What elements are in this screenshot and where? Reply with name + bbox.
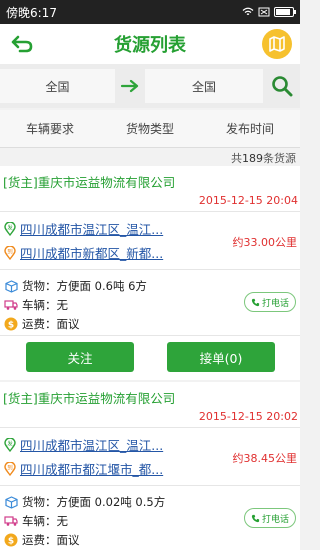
status-time: 傍晚6:17 xyxy=(6,5,57,20)
fee-row: $ 运费： 面议 xyxy=(4,532,80,548)
fee-prefix: 运费： xyxy=(22,533,57,547)
cargo-info: 方便面 0.6吨 6方 xyxy=(56,279,147,293)
call-button[interactable]: 打电话 xyxy=(244,292,296,312)
phone-icon xyxy=(251,514,260,522)
result-count: 共189条货源 xyxy=(231,150,296,166)
vehicle-info: 无 xyxy=(56,514,69,528)
search-button[interactable] xyxy=(263,75,300,97)
publish-date: 2015-12-15 20:02 xyxy=(198,410,298,423)
back-arrow-icon xyxy=(11,35,33,53)
company-name[interactable]: [货主]重庆市运益物流有限公司 xyxy=(3,172,175,191)
distance: 约33.00公里 xyxy=(232,236,298,249)
origin-pin-icon: 发 xyxy=(4,437,16,452)
company-name[interactable]: [货主]重庆市运益物流有限公司 xyxy=(3,388,175,407)
cargo-row: 货物： 方便面 0.02吨 0.5方 xyxy=(4,494,165,510)
svg-text:发: 发 xyxy=(7,439,13,447)
back-button[interactable] xyxy=(8,30,36,58)
vehicle-info: 无 xyxy=(56,298,69,312)
listing-route: 发 四川成都市温江区_温江... 到 四川成都市都江堰市_都... 约38.45… xyxy=(0,428,300,486)
sort-tabs: 车辆要求 货物类型 发布时间 xyxy=(0,110,300,148)
count-prefix: 共 xyxy=(231,152,242,165)
listing-actions: 关注 接单(0) xyxy=(0,336,300,380)
call-label: 打电话 xyxy=(261,298,289,309)
status-icons xyxy=(242,7,296,17)
listing-card[interactable]: [货主]重庆市运益物流有限公司 2015-12-15 20:02 发 四川成都市… xyxy=(0,382,300,550)
cargo-prefix: 货物： xyxy=(22,279,57,293)
origin-pin-icon: 发 xyxy=(4,221,16,236)
origin-address: 四川成都市温江区_温江... xyxy=(20,222,164,237)
listing-card[interactable]: [货主]重庆市运益物流有限公司 2015-12-15 20:04 发 四川成都市… xyxy=(0,166,300,380)
fee-prefix: 运费： xyxy=(22,317,57,331)
listing-details: 货物： 方便面 0.6吨 6方 车辆：无 $ 运费： 面议 打电话 xyxy=(0,270,300,336)
tab-vehicle-requirement[interactable]: 车辆要求 xyxy=(0,110,100,147)
count-number: 189 xyxy=(242,152,263,165)
cargo-info: 方便面 0.02吨 0.5方 xyxy=(56,495,166,509)
listing-header: [货主]重庆市运益物流有限公司 2015-12-15 20:02 xyxy=(0,382,300,428)
destination-select[interactable]: 全国 xyxy=(145,69,263,103)
cargo-box-icon xyxy=(4,279,18,293)
fee-info: 面议 xyxy=(56,317,80,331)
svg-text:$: $ xyxy=(8,536,14,546)
sim-icon xyxy=(258,7,270,17)
svg-text:$: $ xyxy=(8,320,14,330)
map-icon xyxy=(269,36,285,52)
svg-text:发: 发 xyxy=(7,223,13,231)
fee-info: 面议 xyxy=(56,533,80,547)
fee-coin-icon: $ xyxy=(4,533,18,547)
call-label: 打电话 xyxy=(261,514,289,525)
destination-row[interactable]: 到 四川成都市新都区_新都... xyxy=(4,243,188,262)
listing-header: [货主]重庆市运益物流有限公司 2015-12-15 20:04 xyxy=(0,166,300,212)
vehicle-row: 车辆：无 xyxy=(4,513,68,529)
battery-icon xyxy=(274,7,296,17)
truck-icon xyxy=(4,298,18,312)
listing-route: 发 四川成都市温江区_温江... 到 四川成都市新都区_新都... 约33.00… xyxy=(0,212,300,270)
destination-row[interactable]: 到 四川成都市都江堰市_都... xyxy=(4,459,188,478)
distance: 约38.45公里 xyxy=(232,452,298,465)
svg-text:到: 到 xyxy=(7,248,13,255)
arrow-right-icon xyxy=(120,79,139,93)
phone-icon xyxy=(251,298,260,306)
fee-coin-icon: $ xyxy=(4,317,18,331)
destination-address: 四川成都市都江堰市_都... xyxy=(20,462,164,477)
tab-publish-time[interactable]: 发布时间 xyxy=(200,110,300,147)
svg-text:到: 到 xyxy=(7,464,13,471)
accept-order-button[interactable]: 接单(0) xyxy=(167,342,275,372)
cargo-prefix: 货物： xyxy=(22,495,57,509)
wifi-icon xyxy=(242,7,254,16)
vehicle-prefix: 车辆： xyxy=(22,514,57,528)
app-header: 货源列表 xyxy=(0,24,300,64)
origin-address: 四川成都市温江区_温江... xyxy=(20,438,164,453)
follow-button[interactable]: 关注 xyxy=(26,342,134,372)
fee-row: $ 运费： 面议 xyxy=(4,316,80,332)
listing-details: 货物： 方便面 0.02吨 0.5方 车辆：无 $ 运费： 面议 打电话 xyxy=(0,486,300,550)
truck-icon xyxy=(4,514,18,528)
page-title: 货源列表 xyxy=(114,35,186,56)
destination-pin-icon: 到 xyxy=(4,245,16,260)
search-icon xyxy=(271,76,292,97)
vehicle-row: 车辆：无 xyxy=(4,297,68,313)
status-bar: 傍晚6:17 xyxy=(0,0,300,24)
count-suffix: 条货源 xyxy=(263,152,296,165)
call-button[interactable]: 打电话 xyxy=(244,508,296,528)
cargo-box-icon xyxy=(4,495,18,509)
map-button[interactable] xyxy=(262,29,292,59)
publish-date: 2015-12-15 20:04 xyxy=(198,194,298,207)
origin-select[interactable]: 全国 xyxy=(0,69,115,103)
destination-pin-icon: 到 xyxy=(4,461,16,476)
origin-row[interactable]: 发 四川成都市温江区_温江... xyxy=(4,219,188,238)
tab-cargo-type[interactable]: 货物类型 xyxy=(100,110,200,147)
route-selector: 全国 全国 xyxy=(0,64,300,108)
route-arrow xyxy=(115,79,145,93)
destination-address: 四川成都市新都区_新都... xyxy=(20,246,164,261)
vehicle-prefix: 车辆： xyxy=(22,298,57,312)
origin-row[interactable]: 发 四川成都市温江区_温江... xyxy=(4,435,188,454)
cargo-row: 货物： 方便面 0.6吨 6方 xyxy=(4,278,147,294)
